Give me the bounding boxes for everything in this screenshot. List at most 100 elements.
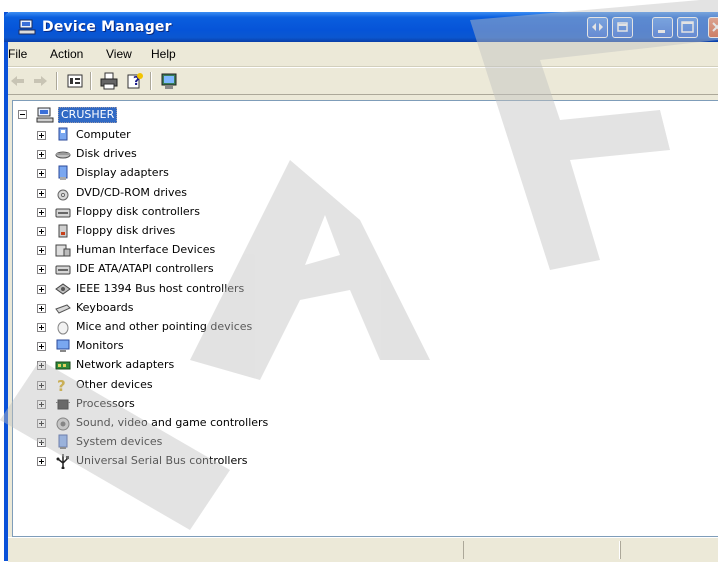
tree-item[interactable]: Keyboards [33,300,333,318]
status-pane [463,541,620,559]
expand-toggle[interactable] [37,265,46,275]
tree-item-label: Sound, video and game controllers [76,416,269,429]
tree-item[interactable]: Floppy disk drives [33,223,333,241]
restore-pane-button[interactable] [612,17,633,38]
tree-item[interactable]: Mice and other pointing devices [33,319,333,337]
print-icon[interactable] [100,72,118,90]
expand-toggle[interactable] [37,323,46,332]
sound-icon [56,417,70,431]
scan-hardware-icon[interactable] [160,72,178,90]
title-bar[interactable]: Device Manager [4,12,718,42]
minimize-button[interactable] [652,17,673,38]
tree-item[interactable]: Sound, video and game controllers [33,415,333,433]
computer-icon [58,127,68,141]
maximize-button[interactable] [677,17,698,38]
expand-toggle[interactable] [37,207,46,217]
tree-item[interactable]: Universal Serial Bus controllers [33,453,333,471]
tree-item[interactable]: IEEE 1394 Bus host controllers [33,281,333,299]
device-manager-window: Device Manager File Action View Help ? C… [4,12,718,562]
tree-item-label: Mice and other pointing devices [76,320,253,333]
tree-item[interactable]: Monitors [33,338,333,356]
computer-icon [36,107,54,123]
tree-item-label: Processors [76,396,135,410]
menu-action[interactable]: Action [50,47,83,61]
maximize-icon [681,21,694,33]
status-bar [8,537,718,562]
ieee1394-icon [55,282,71,295]
toolbar: ? [8,67,718,95]
tree-item-label: Display adapters [76,166,169,180]
tree-item[interactable]: Disk drives [33,146,333,164]
tree-item-label: IDE ATA/ATAPI controllers [76,262,214,276]
tree-item-label: Floppy disk drives [76,224,176,237]
expand-toggle[interactable] [37,188,46,198]
tree-item[interactable]: Display adapters [33,165,333,183]
root-label[interactable]: CRUSHER [58,107,118,123]
tree-item[interactable]: IDE ATA/ATAPI controllers [33,261,333,279]
expand-toggle[interactable] [37,303,46,313]
tree-item[interactable]: Computer [33,127,333,145]
menu-file[interactable]: File [8,47,27,61]
floppy-drive-icon [58,224,68,238]
tree-item-label: Network adapters [76,358,175,372]
expand-toggle[interactable] [37,131,46,140]
toolbar-separator [90,72,92,90]
close-icon [712,22,718,32]
tree-item[interactable]: DVD/CD-ROM drives [33,185,333,203]
display-adapter-icon [58,165,68,181]
tree-item-label: Floppy disk controllers [76,204,200,218]
hid-icon [55,244,71,257]
expand-toggle[interactable] [37,150,46,160]
computer-icon [18,19,36,35]
minimize-icon [658,30,665,33]
status-pane [620,541,718,559]
tree-item[interactable]: Floppy disk controllers [33,204,333,222]
expand-toggle[interactable] [37,399,46,409]
expand-toggle[interactable] [37,438,46,448]
window-title: Device Manager [42,19,172,35]
tree-root[interactable]: CRUSHER [18,107,218,123]
tree-item-label: Computer [76,128,131,141]
menu-view[interactable]: View [106,47,132,61]
menu-bar: File Action View Help [8,42,718,67]
tree-item-label: Disk drives [76,147,137,161]
properties-icon[interactable] [66,72,84,90]
tree-item[interactable]: Human Interface Devices [33,242,333,260]
network-adapter-icon [55,361,71,370]
forward-arrow-icon[interactable] [32,72,50,90]
expand-toggle[interactable] [37,246,46,256]
tree-item[interactable]: Processors [33,396,333,414]
tree-item[interactable]: System devices [33,434,333,452]
back-arrow-icon[interactable] [8,72,26,90]
help-context-button[interactable] [587,17,608,38]
expand-toggle[interactable] [37,284,46,294]
expand-toggle[interactable] [37,227,46,236]
device-tree[interactable]: CRUSHER Computer Disk drives Display adapt… [12,100,718,537]
collapse-toggle[interactable] [18,110,27,119]
tree-item-label: Other devices [76,377,153,391]
expand-toggle[interactable] [37,169,46,179]
cdrom-icon [57,189,69,201]
usb-icon [56,454,69,470]
mouse-icon [57,321,69,335]
tree-item-label: System devices [76,435,163,449]
keyboard-icon [55,304,71,314]
window-icon [617,22,628,32]
tree-item-label: Monitors [76,339,124,353]
tree-item[interactable]: Network adapters [33,357,333,375]
expand-toggle[interactable] [37,342,46,352]
monitor-icon [56,339,70,353]
tree-item[interactable]: ? Other devices [33,377,333,395]
menu-help[interactable]: Help [151,47,176,61]
tree-item-label: Universal Serial Bus controllers [76,454,248,468]
tree-item-label: Keyboards [76,300,134,314]
close-button[interactable] [708,17,718,38]
expand-toggle[interactable] [37,361,46,371]
expand-toggle[interactable] [37,457,46,467]
tree-item-label: IEEE 1394 Bus host controllers [76,281,245,295]
expand-toggle[interactable] [37,419,46,428]
expand-toggle[interactable] [37,380,46,390]
svg-text:?: ? [57,377,66,393]
help-icon[interactable]: ? [126,72,144,90]
disk-drive-icon [55,151,71,159]
